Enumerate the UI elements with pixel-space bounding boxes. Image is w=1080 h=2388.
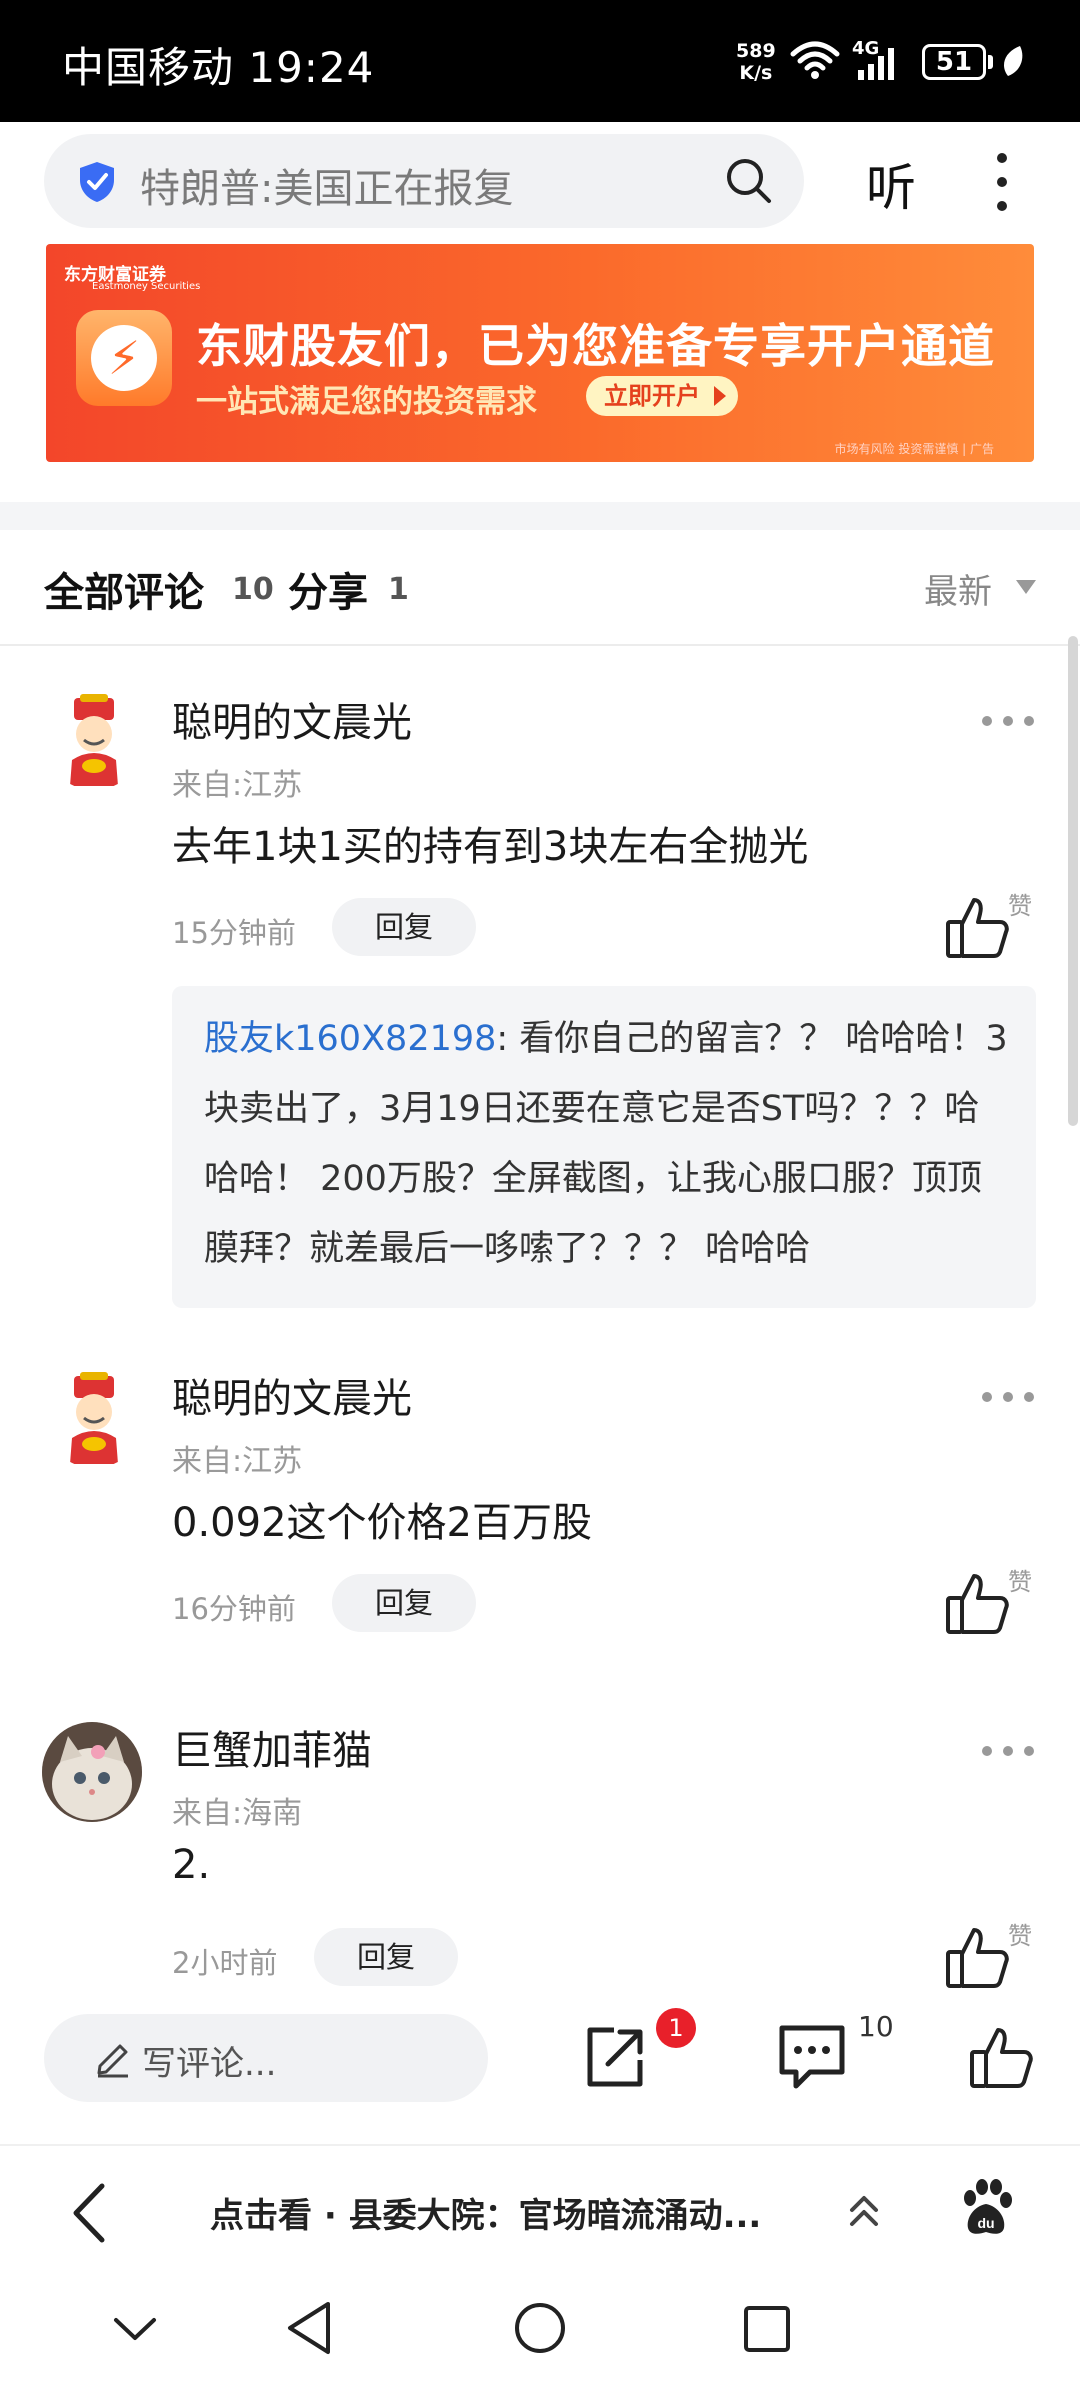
comment-icon[interactable]	[776, 2022, 848, 2092]
chevron-down-icon[interactable]	[112, 2314, 158, 2344]
sort-dropdown[interactable]: 最新	[924, 564, 992, 613]
reply-button[interactable]: 回复	[332, 898, 476, 956]
avatar[interactable]	[44, 690, 144, 790]
search-query[interactable]: 特朗普:美国正在报复	[140, 156, 513, 214]
ad-banner[interactable]: 东方财富证券 Eastmoney Securities ⚡ 东财股友们，已为您准…	[46, 244, 1034, 462]
comment-time: 15分钟前	[172, 916, 296, 950]
comment-text: 2.	[172, 1842, 211, 1888]
app-logo-icon: ⚡	[76, 310, 172, 406]
fortune-god-avatar-icon	[70, 1372, 118, 1464]
scrollbar[interactable]	[1068, 636, 1078, 1126]
wifi-icon	[790, 41, 840, 79]
comments-header: 全部评论 10 分享 1 最新	[0, 530, 1080, 646]
section-divider	[0, 502, 1080, 530]
thumbs-up-icon[interactable]	[966, 2022, 1038, 2094]
comment-location: 来自:江苏	[172, 1444, 303, 1479]
svg-text:du: du	[977, 2215, 994, 2231]
thumbs-up-icon[interactable]	[942, 1922, 1014, 1994]
home-circle-icon[interactable]	[512, 2300, 568, 2356]
baidu-paw-icon[interactable]: du	[958, 2178, 1014, 2238]
like-label: 赞	[1008, 892, 1032, 920]
avatar[interactable]	[44, 1368, 144, 1468]
double-chevron-up-icon[interactable]	[848, 2190, 880, 2234]
network-speed-unit: K/s	[739, 62, 773, 84]
comment-username[interactable]: 聪明的文晨光	[172, 690, 412, 748]
more-options-icon[interactable]	[980, 1390, 1036, 1404]
comment-location: 来自:江苏	[172, 768, 303, 803]
comment-count: 10	[858, 2010, 894, 2043]
search-bar[interactable]: 特朗普:美国正在报复	[44, 134, 804, 228]
write-comment-input[interactable]: 写评论...	[44, 2014, 488, 2102]
recommend-text[interactable]: 点击看 · 县委大院：官场暗流涌动...	[210, 2188, 810, 2237]
recommend-bar[interactable]: 点击看 · 县委大院：官场暗流涌动... du	[0, 2144, 1080, 2274]
tab-all-comments[interactable]: 全部评论	[44, 560, 204, 618]
reply-button[interactable]: 回复	[332, 1574, 476, 1632]
more-options-icon[interactable]	[980, 1744, 1036, 1758]
like-label: 赞	[1008, 1568, 1032, 1596]
all-comments-count: 10	[232, 572, 274, 607]
comment-location: 来自:海南	[172, 1796, 303, 1831]
comment-text: 去年1块1买的持有到3块左右全抛光	[172, 824, 809, 870]
listen-button[interactable]: 听	[866, 148, 916, 220]
shield-icon	[80, 162, 114, 202]
write-comment-placeholder: 写评论...	[142, 2044, 277, 2084]
banner-subline: 一站式满足您的投资需求	[196, 384, 537, 420]
system-nav-bar	[0, 2274, 1080, 2388]
network-speed-value: 589	[736, 40, 776, 62]
pen-icon	[97, 2044, 128, 2078]
back-triangle-icon[interactable]	[284, 2300, 334, 2356]
banner-headline: 东财股友们，已为您准备专享开户通道	[196, 319, 995, 373]
recents-square-icon[interactable]	[742, 2304, 792, 2354]
back-arrow-icon[interactable]	[66, 2180, 112, 2246]
reply-username[interactable]: 股友k160X82198	[204, 1019, 496, 1059]
arrow-right-icon	[714, 386, 726, 406]
brand-logo-en: Eastmoney Securities	[92, 281, 201, 292]
comment-time: 16分钟前	[172, 1592, 296, 1626]
leaf-icon	[1004, 46, 1023, 76]
caret-down-icon[interactable]	[1016, 580, 1036, 594]
share-count-badge: 1	[656, 2008, 696, 2048]
open-account-label: 立即开户	[604, 382, 700, 410]
ad-disclaimer: 市场有风险 投资需谨慎 | 广告	[834, 442, 995, 456]
comment-text: 0.092这个价格2百万股	[172, 1500, 592, 1546]
comment-username[interactable]: 巨蟹加菲猫	[172, 1718, 372, 1776]
cat-avatar-icon	[42, 1722, 142, 1822]
reply-content: 股友k160X82198: 看你自己的留言？？ 哈哈哈！3块卖出了，3月19日还…	[204, 1004, 1014, 1284]
reply-box[interactable]: 股友k160X82198: 看你自己的留言？？ 哈哈哈！3块卖出了，3月19日还…	[172, 986, 1036, 1308]
like-label: 赞	[1008, 1922, 1032, 1950]
more-options-icon[interactable]	[980, 714, 1036, 728]
battery-tip	[988, 55, 993, 69]
network-speed: 589 K/s	[736, 40, 776, 84]
comment-username[interactable]: 聪明的文晨光	[172, 1366, 412, 1424]
share-icon[interactable]	[580, 2022, 650, 2092]
reply-button[interactable]: 回复	[314, 1928, 458, 1986]
fortune-god-avatar-icon	[70, 694, 118, 786]
lightning-icon: ⚡	[91, 325, 157, 391]
tab-shares[interactable]: 分享	[288, 560, 368, 618]
shares-count: 1	[388, 572, 409, 607]
open-account-button[interactable]: 立即开户	[586, 376, 738, 416]
battery-icon: 51	[922, 44, 986, 80]
carrier-time: 中国移动 19:24	[62, 43, 375, 92]
status-bar: 中国移动 19:24 589 K/s 4G 51	[0, 0, 1080, 122]
more-menu-icon[interactable]	[988, 150, 1016, 214]
avatar[interactable]	[42, 1722, 142, 1822]
comment-action-bar: 写评论... 1 10	[0, 2000, 1080, 2112]
comment-time: 2小时前	[172, 1946, 278, 1980]
thumbs-up-icon[interactable]	[942, 892, 1014, 964]
search-icon[interactable]	[724, 156, 774, 206]
thumbs-up-icon[interactable]	[942, 1568, 1014, 1640]
